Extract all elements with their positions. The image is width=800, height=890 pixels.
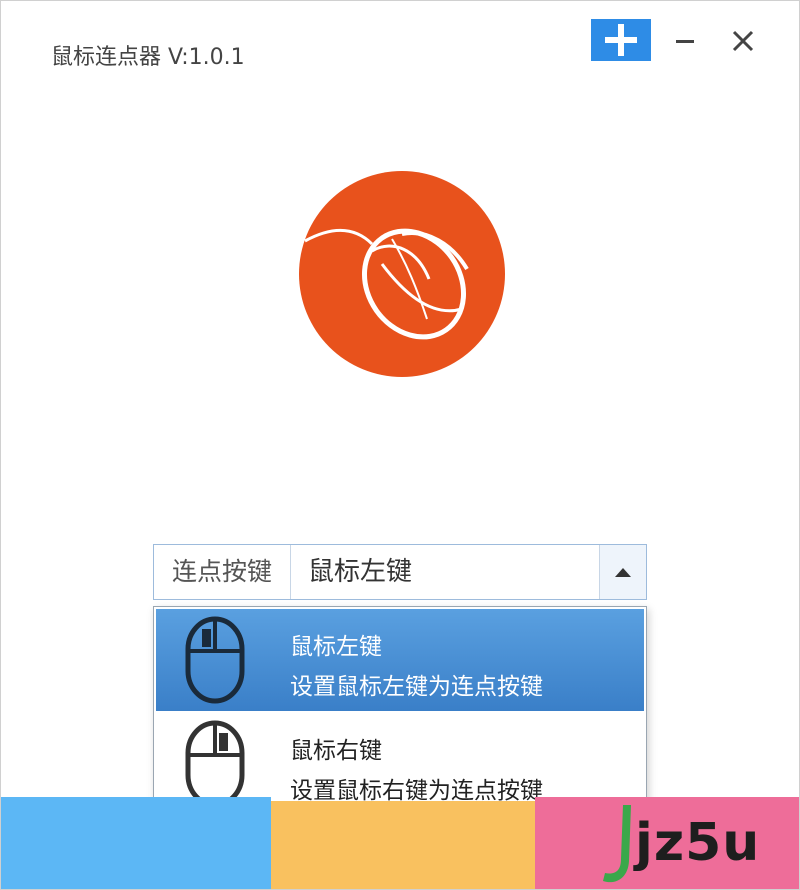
footer-strip-yellow bbox=[271, 801, 535, 889]
combo-toggle-button[interactable] bbox=[599, 545, 646, 599]
plus-button[interactable] bbox=[591, 19, 651, 61]
plus-icon bbox=[605, 24, 637, 56]
combo-label: 连点按键 bbox=[154, 545, 291, 599]
mouse-left-button-icon bbox=[185, 616, 245, 704]
close-icon bbox=[732, 30, 754, 52]
window-title: 鼠标连点器 V:1.0.1 bbox=[51, 45, 245, 70]
click-button-dropdown: 鼠标左键 设置鼠标左键为连点按键 鼠标右键 设置鼠标右键为连点按键 bbox=[153, 606, 647, 818]
option-description: 设置鼠标左键为连点按键 bbox=[290, 674, 543, 700]
minimize-button[interactable] bbox=[655, 21, 715, 61]
combo-selected-value[interactable]: 鼠标左键 bbox=[308, 545, 412, 599]
option-title: 鼠标左键 bbox=[290, 634, 382, 660]
minimize-icon bbox=[676, 40, 694, 43]
close-button[interactable] bbox=[713, 21, 773, 61]
option-title: 鼠标右键 bbox=[290, 738, 382, 764]
app-window: 鼠标连点器 V:1.0.1 连点按键 鼠标左键 鼠标左键 设置鼠标左键为连点按键… bbox=[0, 0, 800, 890]
caret-up-icon bbox=[615, 568, 631, 577]
footer-strip-blue bbox=[1, 797, 271, 889]
watermark-leaf-icon bbox=[603, 805, 631, 883]
option-description: 设置鼠标右键为连点按键 bbox=[290, 778, 543, 804]
click-button-select[interactable]: 连点按键 鼠标左键 bbox=[153, 544, 647, 600]
mouse-right-button-icon bbox=[185, 720, 245, 808]
dropdown-option-left-button[interactable]: 鼠标左键 设置鼠标左键为连点按键 bbox=[156, 609, 644, 711]
mouse-logo-icon bbox=[299, 171, 505, 377]
watermark-text: jz5u bbox=[635, 813, 761, 873]
